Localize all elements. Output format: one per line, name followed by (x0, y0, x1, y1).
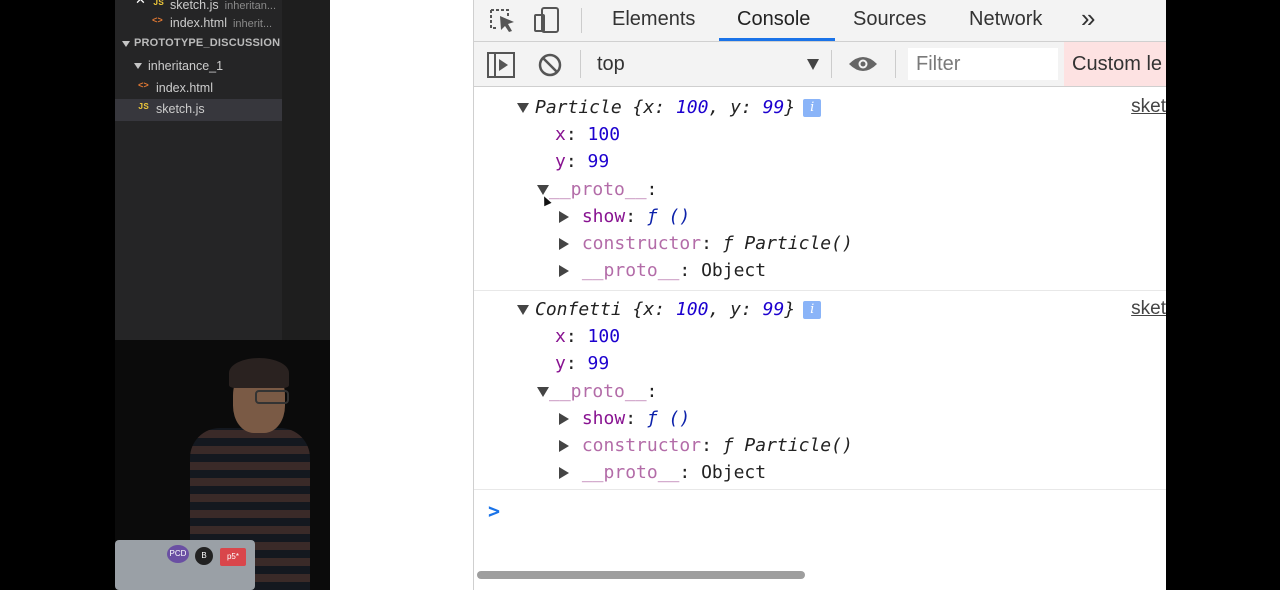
object-header[interactable]: Confetti {x: 100, y: 99} i (517, 298, 822, 322)
expand-triangle-icon[interactable] (517, 305, 529, 315)
method-row[interactable]: show: ƒ () (559, 205, 690, 229)
js-file-icon: JS (138, 102, 149, 112)
folder-label: PROTOTYPE_DISCUSSION (134, 37, 281, 49)
console-message: Particle {x: 100, y: 99} i sket x: 100 y:… (474, 87, 1166, 291)
folder-prototype-discussion[interactable]: PROTOTYPE_DISCUSSION (115, 34, 282, 56)
constructor-row[interactable]: constructor: ƒ Particle() (559, 232, 853, 256)
expand-triangle-icon[interactable] (537, 185, 549, 195)
open-editor-label: index.html (170, 16, 227, 30)
devtools-tabbar: Elements Console Sources Network » (474, 0, 1166, 42)
chevron-down-icon (807, 59, 819, 70)
source-link[interactable]: sket (1131, 298, 1166, 320)
proto-row[interactable]: __proto__: (537, 380, 657, 404)
sticker-p5: p5* (220, 548, 246, 566)
collapsed-triangle-icon[interactable] (559, 413, 569, 425)
filter-input[interactable] (908, 48, 1058, 80)
console-prompt-icon[interactable]: > (488, 499, 500, 523)
js-file-icon: JS (153, 0, 164, 8)
property-row: y: 99 (555, 151, 610, 172)
object-class-name: Particle (535, 97, 622, 118)
divider (580, 50, 581, 78)
browser-viewport (330, 0, 473, 590)
file-label: sketch.js (156, 102, 205, 116)
divider (831, 50, 832, 78)
tab-elements[interactable]: Elements (612, 0, 695, 41)
file-label: index.html (156, 81, 213, 95)
divider (895, 50, 896, 78)
collapsed-triangle-icon[interactable] (559, 467, 569, 479)
clear-console-icon[interactable] (537, 52, 563, 78)
open-editor-hint: inherit... (232, 18, 273, 30)
chevron-down-icon (134, 63, 142, 69)
active-tab-indicator (719, 38, 835, 41)
sticker-pcd: PCD (167, 545, 189, 563)
log-levels-dropdown[interactable]: Custom le (1064, 42, 1166, 86)
console-message: Confetti {x: 100, y: 99} i sket x: 100 y:… (474, 291, 1166, 490)
chevron-down-icon (122, 41, 130, 47)
file-item-sketch[interactable]: JS sketch.js (115, 99, 282, 121)
constructor-row[interactable]: constructor: ƒ Particle() (559, 434, 853, 458)
glasses-icon (255, 390, 289, 404)
object-header[interactable]: Particle {x: 100, y: 99} i (517, 96, 822, 120)
close-icon[interactable]: ✕ (135, 0, 146, 8)
open-editor-hint: inheritan... (224, 0, 277, 12)
inner-proto-row[interactable]: __proto__: Object (559, 259, 766, 283)
devtools-panel: Elements Console Sources Network » top F… (473, 0, 1166, 590)
tab-console[interactable]: Console (737, 0, 810, 41)
live-expression-eye-icon[interactable] (848, 55, 878, 73)
collapsed-triangle-icon[interactable] (559, 440, 569, 452)
console-output: Particle {x: 100, y: 99} i sket x: 100 y:… (474, 87, 1166, 590)
device-toolbar-icon[interactable] (532, 6, 562, 34)
file-item-index[interactable]: <> index.html (115, 78, 282, 100)
property-row: x: 100 (555, 326, 621, 347)
info-icon[interactable]: i (803, 99, 822, 117)
info-icon[interactable]: i (803, 301, 822, 319)
inner-proto-row[interactable]: __proto__: Object (559, 461, 766, 485)
property-row: y: 99 (555, 353, 610, 374)
collapsed-triangle-icon[interactable] (559, 238, 569, 250)
folder-inheritance-1[interactable]: inheritance_1 (115, 56, 282, 78)
tab-network[interactable]: Network (969, 0, 1042, 41)
expand-triangle-icon[interactable] (517, 103, 529, 113)
open-editor-label: sketch.js (170, 0, 219, 12)
expand-triangle-icon[interactable] (537, 387, 549, 397)
webcam-overlay: PCD p5* B (115, 340, 330, 590)
proto-row[interactable]: __proto__: (537, 178, 657, 202)
presenter-hair (229, 358, 289, 388)
more-tabs-icon[interactable]: » (1081, 0, 1095, 41)
inspect-element-icon[interactable] (488, 6, 518, 34)
open-editor-item-index[interactable]: <> index.html inherit... (115, 13, 282, 35)
object-class-name: Confetti (535, 299, 622, 320)
sticker-b: B (195, 547, 213, 565)
context-select[interactable]: top (597, 51, 819, 77)
subfolder-label: inheritance_1 (148, 59, 224, 73)
tab-sources[interactable]: Sources (853, 0, 926, 41)
sidebar-toggle-icon[interactable] (487, 52, 515, 78)
divider (581, 8, 582, 33)
source-link[interactable]: sket (1131, 96, 1166, 118)
horizontal-scrollbar[interactable] (477, 571, 805, 579)
html-file-icon: <> (138, 81, 149, 91)
property-row: x: 100 (555, 124, 621, 145)
console-toolbar: top Custom le (474, 42, 1166, 87)
html-file-icon: <> (152, 16, 163, 26)
method-row[interactable]: show: ƒ () (559, 407, 690, 431)
collapsed-triangle-icon[interactable] (559, 211, 569, 223)
collapsed-triangle-icon[interactable] (559, 265, 569, 277)
context-select-value: top (597, 53, 625, 75)
